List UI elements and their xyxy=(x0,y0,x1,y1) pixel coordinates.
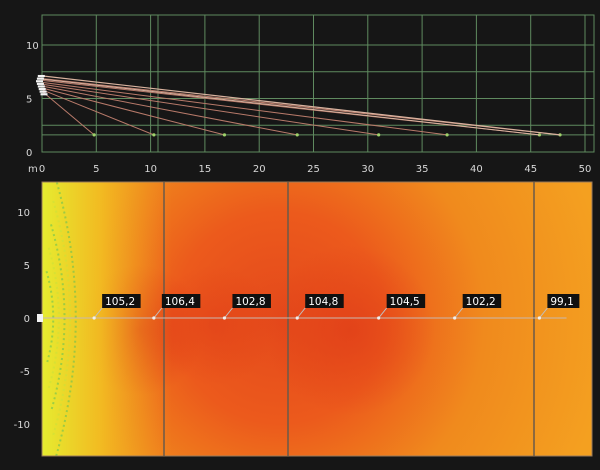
measurement-point xyxy=(222,316,227,320)
spl-value: 105,2 xyxy=(105,296,135,308)
speaker-marker-icon xyxy=(37,314,43,322)
section-view: 1050 0 5 10 15 20 25 30 35 40 45 50 m xyxy=(26,14,595,175)
listener-point xyxy=(152,133,156,137)
line-array-box xyxy=(36,80,43,83)
x-tick-label: 5 xyxy=(93,164,99,175)
y-tick-label: -5 xyxy=(20,367,30,378)
spl-value: 102,2 xyxy=(466,296,496,308)
x-tick-label: 45 xyxy=(524,164,537,175)
line-array-box xyxy=(36,82,44,85)
y-tick-label: 0 xyxy=(26,148,32,159)
line-array-box xyxy=(37,85,45,88)
map-y-axis: 10 5 0 -5 -10 xyxy=(14,208,30,431)
listener-point xyxy=(222,133,227,137)
x-tick-label: 25 xyxy=(307,164,320,175)
x-tick-label: 30 xyxy=(361,164,374,175)
section-x-axis: 0 5 10 15 20 25 30 35 40 45 50 xyxy=(39,164,592,175)
y-tick-label: 10 xyxy=(17,208,30,219)
measurement-point xyxy=(453,316,457,320)
coverage-ray xyxy=(43,81,448,136)
speaker-coverage-prediction-view: 10 5 0 0 5 10 15 20 25 30 35 40 45 50 m 10 5 0 -5 -10 10… xyxy=(0,0,600,466)
spl-value: 99,1 xyxy=(550,296,573,308)
coverage-ray-top xyxy=(43,75,561,136)
x-tick-label: 10 xyxy=(144,164,157,175)
line-array-box xyxy=(37,74,45,78)
line-array-box xyxy=(36,77,44,80)
spl-value: 104,8 xyxy=(308,296,338,308)
measurement-point xyxy=(295,316,299,320)
listener-point xyxy=(295,133,299,137)
y-tick-label: 0 xyxy=(24,314,30,325)
coverage-canvas: 1050 0 5 10 15 20 25 30 35 40 45 50 m 1050-5-10 10… xyxy=(14,14,595,457)
section-rays xyxy=(42,75,562,137)
spl-value: 102,8 xyxy=(235,296,265,308)
coverage-map: 10 5 0 -5 -10 105,2 106,4 102,8 104,8 104,5 102,2… xyxy=(14,181,593,457)
x-axis-unit-label: m xyxy=(28,164,38,175)
x-tick-label: 50 xyxy=(579,164,592,175)
x-tick-label: 15 xyxy=(199,164,212,175)
listener-point xyxy=(377,133,381,137)
listener-point xyxy=(445,133,449,137)
section-y-axis: 10 5 0 xyxy=(26,41,39,159)
listener-point xyxy=(92,133,96,137)
measurement-point xyxy=(92,316,96,320)
y-tick-label: 5 xyxy=(24,261,30,272)
x-tick-label: 20 xyxy=(253,164,266,175)
spl-value: 104,5 xyxy=(390,296,420,308)
y-tick-label: -10 xyxy=(14,420,30,431)
y-tick-label: 5 xyxy=(26,95,32,106)
x-tick-label: 40 xyxy=(470,164,483,175)
measurement-point xyxy=(377,316,381,320)
y-tick-label: 10 xyxy=(26,41,39,52)
measurement-point xyxy=(537,316,541,320)
line-array-box xyxy=(38,87,46,91)
line-array-box xyxy=(40,93,48,96)
measurement-point xyxy=(152,316,156,320)
x-tick-label: 35 xyxy=(416,164,429,175)
spl-value: 106,4 xyxy=(165,296,195,308)
line-array-box xyxy=(39,90,47,93)
x-tick-label: 0 xyxy=(39,164,45,175)
